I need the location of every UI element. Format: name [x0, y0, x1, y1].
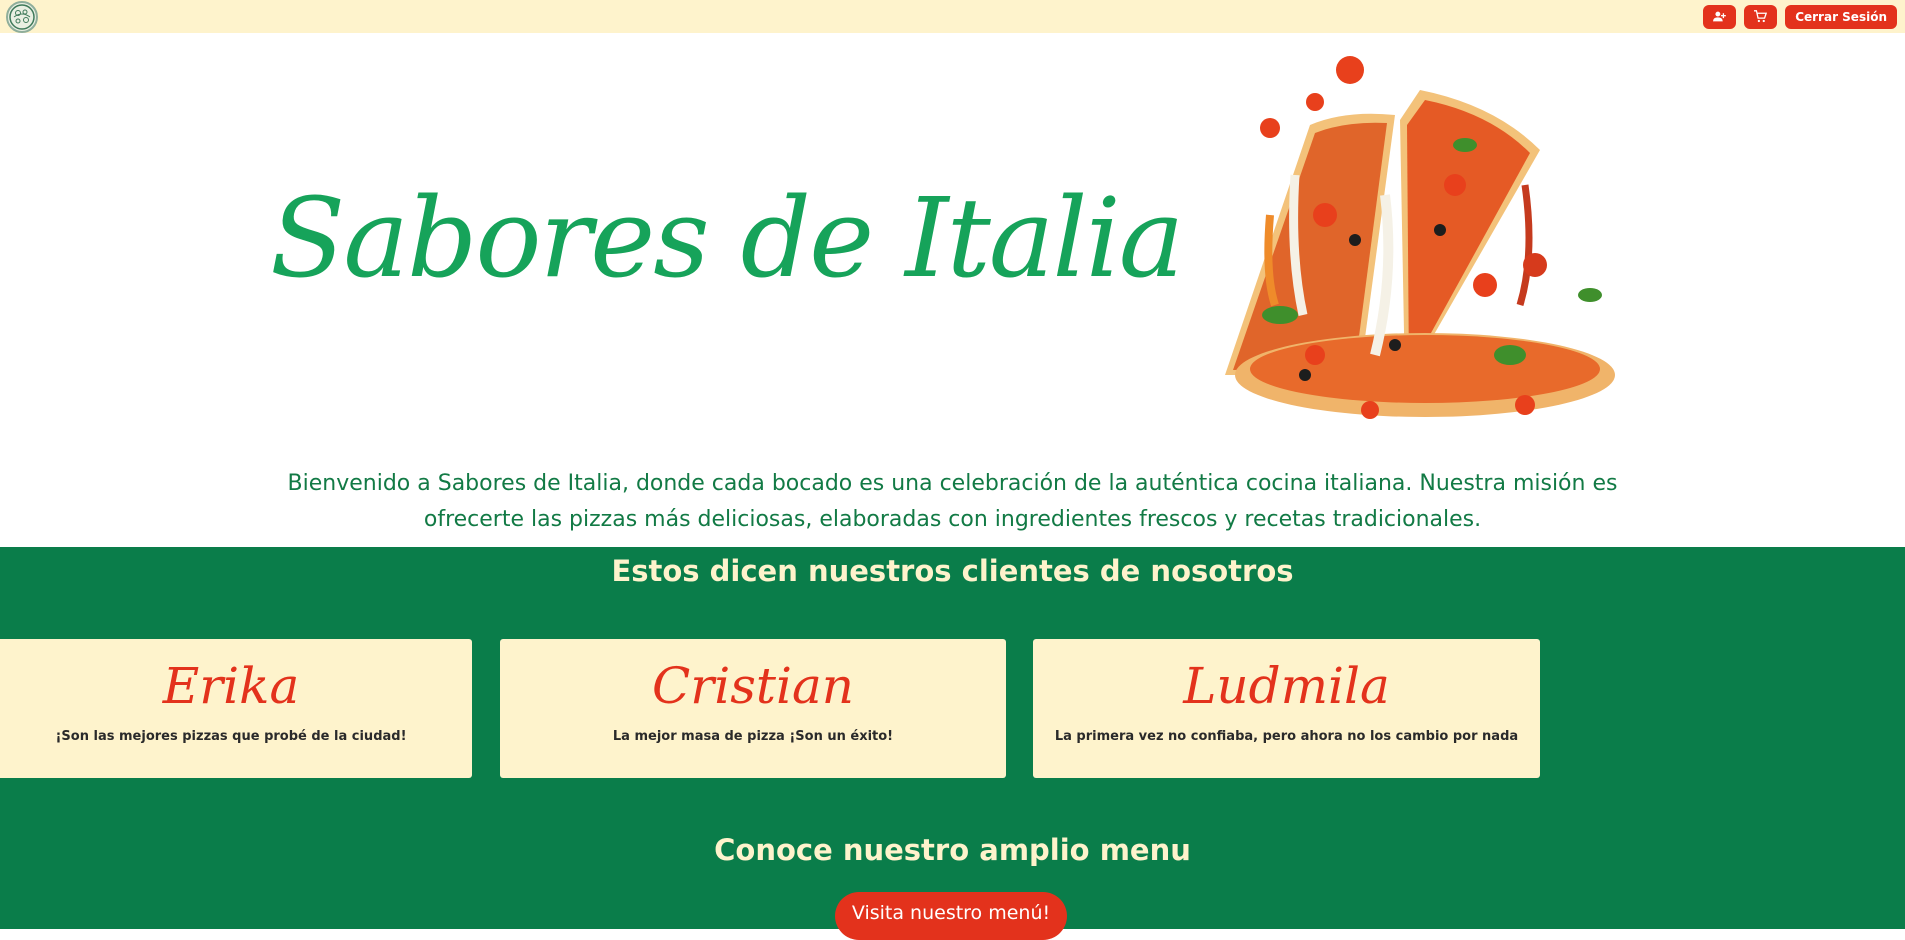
cart-icon [1754, 10, 1768, 23]
review-card: Ludmila La primera vez no confiaba, pero… [1033, 639, 1540, 778]
review-name: Cristian [652, 657, 854, 715]
review-text: La primera vez no confiaba, pero ahora n… [1054, 729, 1519, 744]
visit-menu-button[interactable]: Visita nuestro menú! [835, 892, 1067, 940]
review-card: Erika ¡Son las mejores pizzas que probé … [0, 639, 472, 778]
cart-button[interactable] [1744, 4, 1778, 29]
pizza-logo-icon[interactable] [6, 0, 38, 33]
hero-title: Sabores de Italia [270, 174, 1184, 302]
review-name: Erika [162, 657, 300, 715]
review-name: Ludmila [1183, 657, 1390, 715]
user-plus-icon [1713, 11, 1727, 22]
reviews-title: Estos dicen nuestros clientes de nosotro… [611, 554, 1294, 588]
review-text: La mejor masa de pizza ¡Son un éxito! [612, 729, 894, 744]
intro-text: Bienvenido a Sabores de Italia, donde ca… [287, 471, 1618, 532]
review-text: ¡Son las mejores pizzas que probé de la … [55, 729, 407, 744]
review-card: Cristian La mejor masa de pizza ¡Son un … [500, 639, 1006, 778]
pizza-slices-illustration [1225, 56, 1615, 419]
menu-title: Conoce nuestro amplio menu [714, 833, 1191, 867]
navbar-actions: Cerrar Sesión [1703, 4, 1897, 29]
top-navbar: Cerrar Sesión [0, 0, 1905, 33]
logout-button[interactable]: Cerrar Sesión [1785, 4, 1897, 29]
user-profile-button[interactable] [1703, 4, 1737, 29]
